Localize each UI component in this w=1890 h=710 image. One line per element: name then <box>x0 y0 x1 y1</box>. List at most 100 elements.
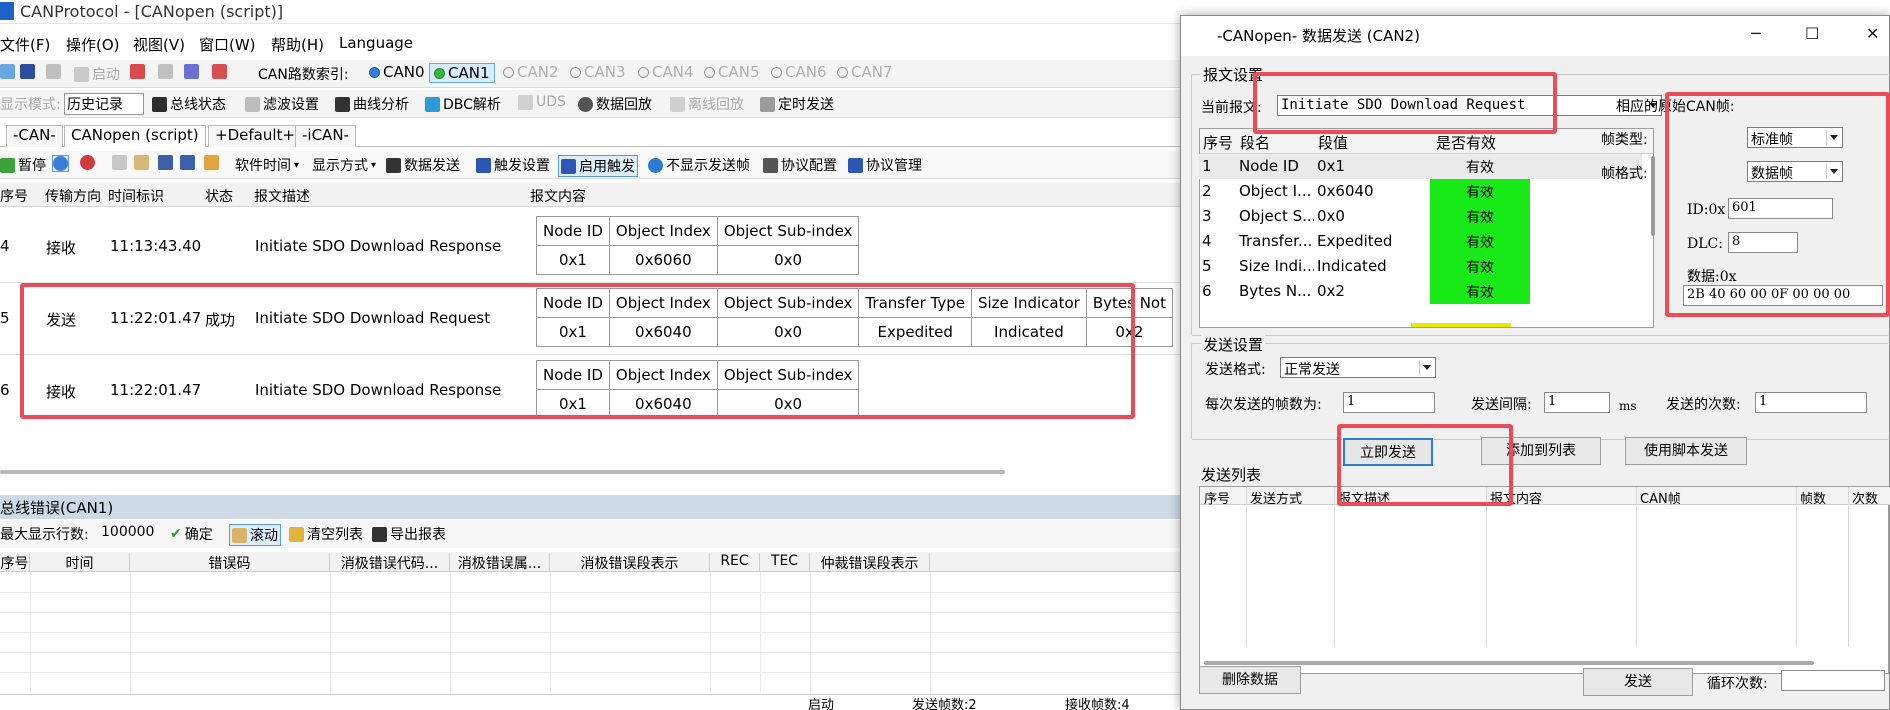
filter-red-icon[interactable] <box>212 64 227 79</box>
tab-canopen-script[interactable]: CANopen (script) <box>64 125 206 147</box>
menu-window[interactable]: 窗口(W) <box>199 34 256 55</box>
uds-button[interactable]: UDS <box>518 94 566 110</box>
tab-ican[interactable]: -iCAN- <box>295 125 356 147</box>
new-icon[interactable] <box>0 64 15 79</box>
curve-analysis-button[interactable]: 曲线分析 <box>335 94 409 114</box>
hide-send-frames-button[interactable]: 不显示发送帧 <box>648 155 750 175</box>
menu-file[interactable]: 文件(F) <box>0 34 50 55</box>
timer-icon <box>760 96 775 112</box>
can0-toggle[interactable]: CAN0 <box>369 63 425 81</box>
save-icon[interactable] <box>20 64 35 79</box>
statusbar: 启动 发送帧数:2 接收帧数:4 <box>0 697 1190 710</box>
copy-icon[interactable] <box>112 155 127 170</box>
save-log-icon[interactable] <box>158 155 173 170</box>
segment-row[interactable]: 2 Object I... 0x6040 有效 <box>1199 179 1642 204</box>
send-list-h-scrollbar[interactable] <box>1204 661 1814 665</box>
filter-settings-button[interactable]: 滤波设置 <box>245 94 319 114</box>
dbc-parse-button[interactable]: DBC解析 <box>425 94 501 114</box>
can3-toggle[interactable]: CAN3 <box>570 63 626 81</box>
segment-row[interactable]: 5 Size Indi... Indicated 有效 <box>1199 254 1642 279</box>
script-send-button[interactable]: 使用脚本发送 <box>1625 437 1747 465</box>
menu-view[interactable]: 视图(V) <box>133 34 185 55</box>
can6-toggle[interactable]: CAN6 <box>771 63 827 81</box>
device-icon[interactable] <box>184 64 199 79</box>
row1-content-table: Node ID Object Index Object Sub-index 0x… <box>536 216 860 275</box>
record-icon[interactable] <box>80 155 95 170</box>
data-replay-button[interactable]: 数据回放 <box>578 94 652 114</box>
send-interval-input[interactable]: 1 <box>1544 392 1610 413</box>
confirm-button[interactable]: ✔ 确定 <box>170 524 213 544</box>
tab-can[interactable]: -CAN- <box>6 125 63 147</box>
display-mode-select[interactable]: 历史记录 <box>64 93 144 115</box>
start-button[interactable]: 启动 <box>74 64 120 84</box>
refresh-icon[interactable] <box>52 155 69 172</box>
menu-help[interactable]: 帮助(H) <box>271 34 324 55</box>
send-format-select[interactable]: 正常发送 <box>1280 357 1436 378</box>
can4-toggle[interactable]: CAN4 <box>638 63 694 81</box>
can5-toggle[interactable]: CAN5 <box>704 63 760 81</box>
grid-line <box>1796 487 1797 647</box>
menu-operate[interactable]: 操作(O) <box>66 34 120 55</box>
row3-seq: 6 <box>0 381 10 399</box>
segment-row[interactable]: 1 Node ID 0x1 有效 <box>1199 154 1642 179</box>
bus-error-title: 总线错误(CAN1) <box>0 499 114 517</box>
send-times-input[interactable]: 1 <box>1755 392 1867 413</box>
can7-toggle[interactable]: CAN7 <box>837 63 893 81</box>
can1-toggle[interactable]: CAN1 <box>429 63 495 83</box>
maximize-icon[interactable]: ☐ <box>1805 24 1819 43</box>
max-rows-input[interactable]: 100000 <box>101 524 154 540</box>
tag-icon[interactable] <box>46 64 61 79</box>
frames-per-send-input[interactable]: 1 <box>1343 392 1435 413</box>
export-report-button[interactable]: 导出报表 <box>372 524 446 544</box>
uds-icon <box>518 94 533 110</box>
trigger-settings-button[interactable]: 触发设置 <box>476 155 550 175</box>
delete-data-button[interactable]: 删除数据 <box>1199 666 1301 694</box>
row1-time: 11:13:43.40 <box>110 237 202 255</box>
chevron-down-icon <box>1419 360 1433 375</box>
row2-seq: 5 <box>0 309 10 327</box>
connect-icon[interactable] <box>158 64 173 79</box>
col-description: 报文描述 <box>254 189 310 205</box>
scroll-toggle[interactable]: 滚动 <box>229 524 281 546</box>
export-icon <box>372 526 387 542</box>
offline-replay-button[interactable]: 离线回放 <box>670 94 744 114</box>
segment-row[interactable]: 3 Object S... 0x0 有效 <box>1199 204 1642 229</box>
minimize-icon[interactable]: ─ <box>1751 24 1761 43</box>
err-col-code: 错误码 <box>130 553 330 572</box>
segment-row[interactable]: 4 Transfer... Expedited 有效 <box>1199 229 1642 254</box>
stop-icon[interactable] <box>130 64 145 79</box>
send-button[interactable]: 发送 <box>1583 668 1693 696</box>
save-as-icon[interactable] <box>180 155 195 170</box>
funnel-icon <box>245 96 260 112</box>
enable-trigger-button[interactable]: 启用触发 <box>558 155 638 177</box>
replay-icon <box>578 96 593 112</box>
close-icon[interactable]: ✕ <box>1866 24 1879 43</box>
package-icon[interactable] <box>204 155 219 170</box>
curve-icon <box>335 96 350 112</box>
software-time-dropdown[interactable]: 软件时间 ▾ <box>235 155 299 175</box>
protocol-config-button[interactable]: 协议配置 <box>763 155 837 175</box>
data-send-button[interactable]: 数据发送 <box>386 155 460 175</box>
grid-line <box>1486 487 1487 647</box>
frames-per-send-label: 每次发送的帧数为: <box>1205 397 1322 413</box>
timed-send-button[interactable]: 定时发送 <box>760 94 834 114</box>
protocol-manage-button[interactable]: 协议管理 <box>848 155 922 175</box>
paste-icon[interactable] <box>134 155 149 170</box>
broom-icon <box>289 526 304 542</box>
clear-list-button[interactable]: 清空列表 <box>289 524 363 544</box>
main-h-scrollbar[interactable] <box>0 470 1005 474</box>
highlight-current-msg <box>1253 72 1557 134</box>
can2-toggle[interactable]: CAN2 <box>503 63 559 81</box>
display-method-dropdown[interactable]: 显示方式 ▾ <box>312 155 376 175</box>
menu-language[interactable]: Language <box>339 34 413 52</box>
trigger-icon <box>476 157 491 173</box>
segment-row[interactable]: 6 Bytes N... 0x2 有效 <box>1199 279 1642 304</box>
tab-default[interactable]: +Default+ <box>208 125 302 147</box>
err-col-tec: TEC <box>760 553 810 572</box>
pause-button[interactable]: 暂停 <box>0 155 46 175</box>
segment-v-scrollbar[interactable] <box>1651 156 1655 236</box>
bus-status-button[interactable]: 总线状态 <box>152 94 226 114</box>
hide-icon <box>648 157 663 173</box>
message-table-header: 序号 传输方向 时间标识 状态 报文描述 报文内容 <box>0 183 1190 207</box>
loop-count-input[interactable] <box>1781 670 1885 691</box>
